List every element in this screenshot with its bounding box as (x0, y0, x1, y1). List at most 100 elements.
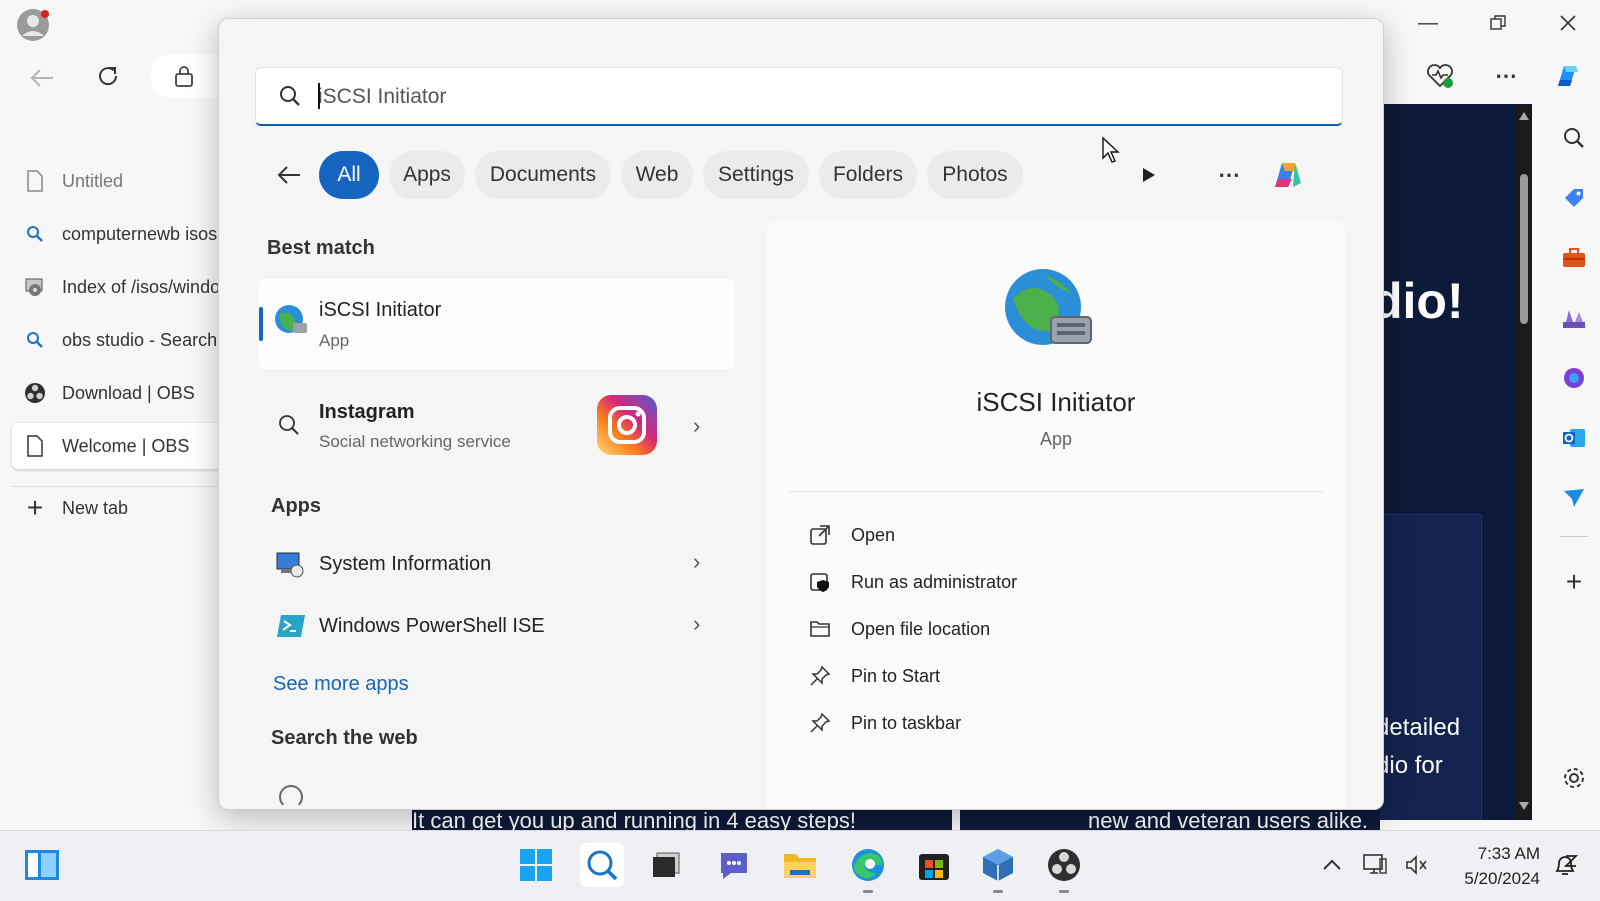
suggestion-subtitle: Social networking service (319, 432, 511, 451)
sidebar-divider (1560, 536, 1588, 537)
page-scrollbar[interactable] (1516, 104, 1532, 820)
send-icon[interactable] (1556, 480, 1592, 516)
app-result-powershell-ise[interactable]: Windows PowerShell ISE › (259, 597, 735, 655)
filter-settings[interactable]: Settings (703, 151, 809, 199)
result-detail-pane: iSCSI Initiator App Open Run as administ… (767, 221, 1345, 809)
action-open[interactable]: Open (807, 515, 895, 555)
tab-index-of-isos[interactable]: Index of /isos/windows (12, 264, 232, 310)
tab-untitled[interactable]: Untitled (12, 158, 232, 204)
chat-icon[interactable] (712, 843, 756, 887)
filter-documents[interactable]: Documents (475, 151, 611, 199)
app-label: Windows PowerShell ISE (319, 615, 545, 637)
chevron-right-icon[interactable]: › (693, 413, 700, 439)
best-match-heading: Best match (267, 237, 375, 259)
clock-date[interactable]: 5/20/2024 (1440, 869, 1540, 889)
copilot-icon[interactable] (1263, 151, 1311, 199)
page-text-bottom-right: new and veteran users alike. (960, 808, 1380, 830)
tab-download-obs[interactable]: Download | OBS (12, 370, 232, 416)
volume-muted-icon[interactable] (1400, 843, 1434, 887)
network-icon[interactable] (1358, 843, 1392, 887)
scroll-down-icon[interactable] (1519, 802, 1529, 810)
games-icon[interactable] (1556, 300, 1592, 336)
chevron-right-icon[interactable]: › (693, 549, 700, 575)
web-result-partial (279, 785, 303, 809)
play-icon[interactable] (1131, 157, 1167, 193)
apps-heading: Apps (271, 495, 321, 517)
settings-gear-icon[interactable] (1556, 760, 1592, 796)
tools-icon[interactable] (1556, 240, 1592, 276)
filter-apps[interactable]: Apps (389, 151, 465, 199)
search-box[interactable]: iSCSI Initiator (255, 67, 1343, 126)
microsoft-365-icon[interactable] (1556, 360, 1592, 396)
edge-browser-icon[interactable] (846, 843, 890, 893)
new-tab-button[interactable]: + New tab (12, 485, 232, 531)
see-more-apps-link[interactable]: See more apps (273, 673, 409, 696)
add-icon[interactable]: + (1556, 564, 1592, 600)
profile-avatar[interactable] (14, 6, 52, 44)
obs-studio-icon[interactable] (1042, 843, 1086, 893)
outlook-icon[interactable] (1556, 420, 1592, 456)
filter-folders[interactable]: Folders (819, 151, 917, 199)
plus-icon: + (26, 492, 44, 523)
start-windows-icon[interactable] (514, 843, 558, 887)
action-pin-to-start[interactable]: Pin to Start (807, 656, 940, 696)
instagram-icon (597, 395, 657, 460)
iscsi-initiator-icon (273, 303, 309, 344)
best-match-result[interactable]: iSCSI Initiator App (259, 279, 735, 369)
computer-icon (22, 274, 48, 300)
copilot-icon[interactable] (1546, 54, 1590, 98)
search-icon (22, 327, 48, 353)
search-icon[interactable] (1556, 120, 1592, 156)
text-cursor (318, 83, 320, 109)
more-options-icon[interactable]: ⋯ (1211, 157, 1247, 193)
filter-photos[interactable]: Photos (927, 151, 1023, 199)
pin-icon (807, 710, 833, 736)
suggestion-title: Instagram (319, 401, 415, 423)
chevron-right-icon[interactable]: › (693, 611, 700, 637)
search-input[interactable]: iSCSI Initiator (318, 85, 446, 109)
restore-icon[interactable] (1480, 8, 1516, 38)
refresh-icon[interactable] (88, 56, 128, 96)
page-heading: dio! (1372, 273, 1464, 329)
iscsi-initiator-large-icon (1001, 265, 1097, 366)
admin-shield-icon (807, 569, 833, 595)
back-arrow-icon[interactable] (269, 155, 309, 195)
filter-web[interactable]: Web (621, 151, 693, 199)
detail-title: iSCSI Initiator (976, 387, 1136, 417)
notifications-icon[interactable] (1548, 843, 1582, 887)
minimize-icon[interactable]: — (1410, 8, 1446, 38)
tab-label: Download | OBS (62, 382, 195, 403)
running-indicator (1059, 890, 1069, 893)
tab-computernewb-isos[interactable]: computernewb isos (12, 211, 232, 257)
microsoft-store-icon[interactable] (912, 843, 956, 887)
tab-label: Index of /isos/windows (62, 276, 232, 297)
tag-icon[interactable] (1556, 180, 1592, 216)
task-view-icon[interactable] (644, 843, 688, 887)
close-icon[interactable] (1550, 8, 1586, 38)
action-label: Pin to taskbar (851, 712, 962, 733)
action-label: Open (851, 524, 896, 545)
action-run-as-administrator[interactable]: Run as administrator (807, 562, 1017, 602)
vertical-tab-list: Untitled computernewb isos Index of /iso… (0, 110, 232, 830)
search-icon[interactable] (580, 843, 624, 887)
search-icon (278, 84, 302, 113)
filter-all[interactable]: All (319, 151, 379, 199)
pin-icon (807, 663, 833, 689)
virtualbox-icon[interactable] (976, 843, 1020, 893)
browser-essentials-icon[interactable] (1420, 56, 1460, 96)
result-subtitle: App (319, 331, 350, 350)
instagram-suggestion[interactable]: Instagram Social networking service › (259, 383, 735, 473)
scrollbar-thumb[interactable] (1520, 174, 1528, 324)
clock-time[interactable]: 7:33 AM (1440, 844, 1540, 864)
chevron-up-icon[interactable] (1316, 843, 1348, 887)
file-explorer-icon[interactable] (778, 843, 822, 887)
tab-obs-studio-search[interactable]: obs studio - Search (12, 317, 232, 363)
action-open-file-location[interactable]: Open file location (807, 609, 990, 649)
scroll-up-icon[interactable] (1519, 112, 1529, 120)
back-icon[interactable] (22, 58, 62, 98)
tab-welcome-obs[interactable]: Welcome | OBS (12, 423, 232, 469)
app-result-system-information[interactable]: System Information › (259, 535, 735, 593)
action-pin-to-taskbar[interactable]: Pin to taskbar (807, 703, 961, 743)
more-options-icon[interactable]: ⋯ (1486, 56, 1526, 96)
widgets-icon[interactable] (20, 843, 64, 887)
